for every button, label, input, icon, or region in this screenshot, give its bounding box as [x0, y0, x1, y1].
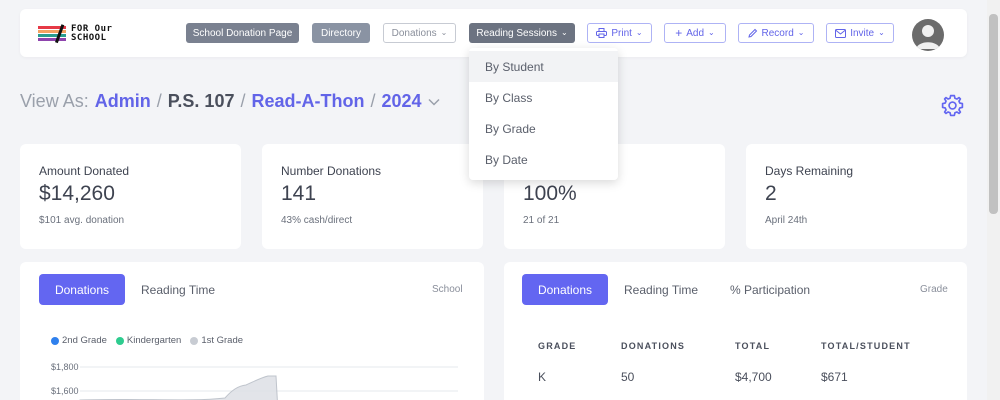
column-header-donations[interactable]: DONATIONS — [621, 341, 685, 351]
breadcrumb-separator: / — [240, 91, 246, 111]
column-header-total-per-student[interactable]: TOTAL/STUDENT — [821, 341, 911, 351]
tab-participation[interactable]: % Participation — [730, 274, 810, 305]
scrollbar-thumb[interactable] — [989, 14, 998, 214]
view-as-label: View As: — [20, 91, 89, 111]
stat-card-days-remaining: Days Remaining 2 April 24th — [746, 144, 967, 249]
tab-reading-time[interactable]: Reading Time — [624, 274, 698, 305]
view-as-breadcrumb: View As: Admin / P.S. 107 / Read-A-Thon … — [20, 91, 440, 112]
stat-value: 2 — [765, 182, 777, 205]
event-link[interactable]: Read-A-Thon — [251, 91, 364, 112]
record-button[interactable]: Record ⌄ — [738, 23, 814, 43]
stat-card-number-donations: Number Donations 141 43% cash/direct — [262, 144, 483, 249]
envelope-icon — [835, 28, 847, 38]
printer-icon — [596, 28, 608, 38]
donations-chart-panel: Donations Reading Time School 2nd Grade … — [20, 262, 484, 400]
chevron-down-icon: ⌄ — [560, 28, 568, 37]
menu-item-by-student[interactable]: By Student — [469, 51, 618, 82]
stat-subtext: April 24th — [765, 215, 808, 226]
table-cell-total: $4,700 — [735, 370, 772, 384]
scope-label[interactable]: Grade — [920, 284, 948, 295]
stat-subtext: 21 of 21 — [523, 215, 560, 226]
settings-gear-icon[interactable] — [940, 93, 965, 118]
school-donation-page-button[interactable]: School Donation Page — [186, 23, 299, 43]
add-button[interactable]: + Add ⌄ — [664, 23, 726, 43]
stat-value: 141 — [281, 182, 317, 205]
reading-sessions-dropdown-button[interactable]: Reading Sessions ⌄ — [469, 23, 575, 43]
chevron-down-icon[interactable] — [428, 98, 440, 106]
breadcrumb-separator: / — [370, 91, 376, 111]
table-cell-donations: 50 — [621, 370, 635, 384]
directory-button[interactable]: Directory — [312, 23, 370, 43]
y-tick-label-1: $1,600 — [51, 386, 79, 396]
school-name: P.S. 107 — [167, 91, 235, 111]
donations-area-chart: $1,800 $1,600 — [51, 362, 458, 400]
year-selector[interactable]: 2024 — [381, 91, 421, 112]
stat-subtext: 43% cash/direct — [281, 215, 353, 226]
donations-dropdown-button[interactable]: Donations ⌄ — [383, 23, 456, 43]
plus-icon: + — [675, 26, 683, 40]
invite-button[interactable]: Invite ⌄ — [826, 23, 894, 43]
column-header-grade[interactable]: GRADE — [538, 341, 577, 351]
stat-label: Amount Donated — [39, 164, 130, 178]
chevron-down-icon: ⌄ — [635, 28, 643, 37]
print-button[interactable]: Print ⌄ — [587, 23, 652, 43]
stat-value: 100% — [523, 182, 577, 205]
table-cell-grade: K — [538, 370, 547, 384]
stat-label: Days Remaining — [765, 164, 854, 178]
table-cell-total-per-student: $671 — [821, 370, 848, 384]
stat-subtext: $101 avg. donation — [39, 215, 125, 226]
chevron-down-icon: ⌄ — [708, 28, 715, 37]
reading-sessions-menu: By Student By Class By Grade By Date — [469, 48, 618, 180]
logo-text: FOR Our SCHOOL — [71, 24, 113, 43]
logo-stripes-icon — [38, 24, 66, 44]
user-avatar[interactable] — [912, 19, 944, 51]
menu-item-by-date[interactable]: By Date — [469, 144, 618, 175]
stat-label: Number Donations — [281, 164, 382, 178]
role-link[interactable]: Admin — [95, 91, 151, 112]
chevron-down-icon: ⌄ — [797, 28, 805, 37]
menu-item-by-grade[interactable]: By Grade — [469, 113, 618, 144]
page-scrollbar[interactable] — [987, 0, 1000, 400]
chevron-down-icon: ⌄ — [878, 28, 885, 37]
user-silhouette-icon — [916, 25, 940, 49]
chevron-down-icon: ⌄ — [440, 28, 448, 37]
breadcrumb-separator: / — [156, 91, 162, 111]
stat-card-amount-donated: Amount Donated $14,260 $101 avg. donatio… — [20, 144, 241, 249]
column-header-total[interactable]: TOTAL — [735, 341, 770, 351]
menu-item-by-class[interactable]: By Class — [469, 82, 618, 113]
pencil-icon — [747, 28, 757, 38]
area-series-1st-grade[interactable] — [79, 375, 278, 400]
stat-value: $14,260 — [39, 182, 115, 205]
tab-donations[interactable]: Donations — [522, 274, 608, 305]
for-our-school-logo[interactable]: FOR Our SCHOOL — [38, 24, 118, 46]
grade-table-panel: Donations Reading Time % Participation G… — [504, 262, 967, 400]
y-tick-label-0: $1,800 — [51, 362, 79, 372]
